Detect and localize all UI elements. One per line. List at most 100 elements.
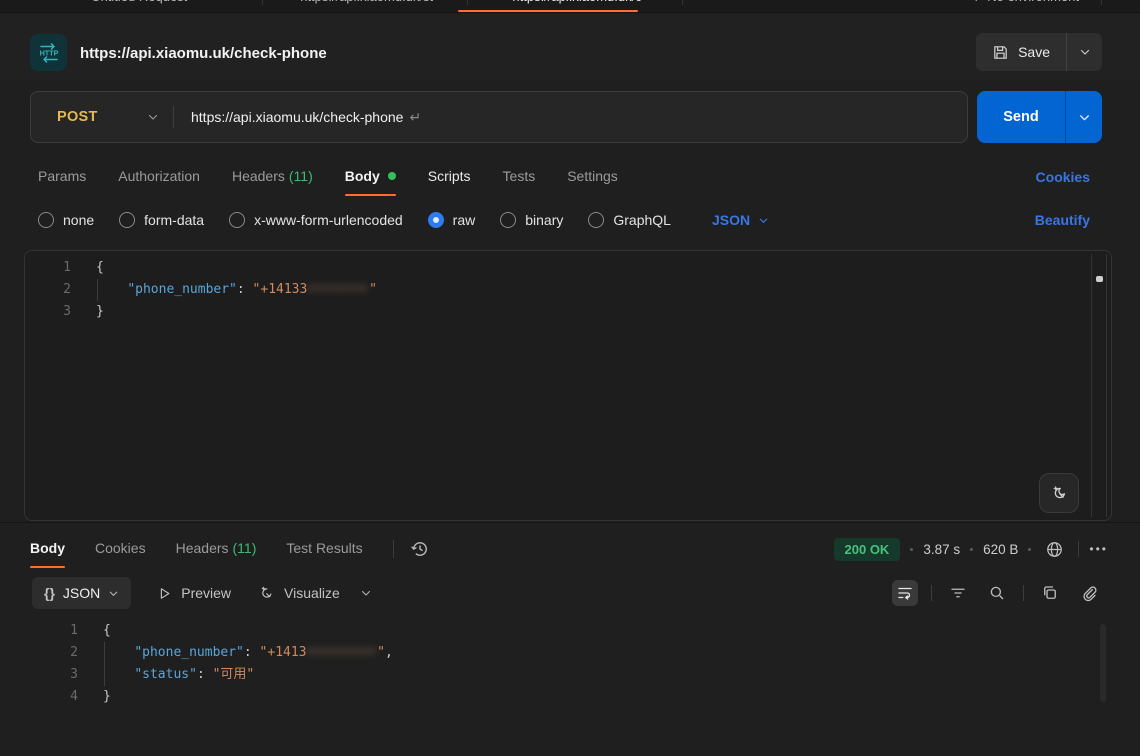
- code-line: 3 "status": "可用": [24, 664, 1116, 686]
- response-format-label: JSON: [63, 585, 100, 601]
- separator-dot: [970, 548, 973, 551]
- tab-authorization[interactable]: Authorization: [118, 168, 200, 186]
- response-tab-body[interactable]: Body: [30, 540, 65, 558]
- token-str: ": [369, 282, 377, 297]
- tab-settings[interactable]: Settings: [567, 168, 618, 186]
- response-tab-cookies[interactable]: Cookies: [95, 540, 146, 558]
- radio-icon: [119, 212, 135, 228]
- json-braces-icon: {}: [44, 585, 55, 601]
- body-mode-label: none: [63, 212, 94, 228]
- radio-icon: [500, 212, 516, 228]
- wrap-text-icon[interactable]: [892, 580, 918, 606]
- body-mode-form-data[interactable]: form-data: [119, 212, 204, 228]
- more-options-icon[interactable]: •••: [1089, 542, 1108, 556]
- token-punct: }: [96, 304, 104, 319]
- method-label: POST: [57, 109, 98, 125]
- indent-guide: [104, 664, 105, 686]
- code-content: }: [103, 686, 111, 708]
- token-str: "+1413: [260, 645, 307, 660]
- response-tab-headers-label: Headers: [176, 540, 229, 556]
- tab-params[interactable]: Params: [38, 168, 86, 186]
- visualize-button[interactable]: Visualize: [257, 584, 340, 602]
- token-key: "phone_number": [127, 282, 237, 297]
- request-body-editor[interactable]: 1{2 "phone_number": "+14133•••••••"3}: [24, 250, 1112, 521]
- cookies-link[interactable]: Cookies: [1036, 169, 1090, 185]
- response-tab-test-results[interactable]: Test Results: [286, 540, 362, 558]
- response-time: 3.87 s: [923, 542, 960, 557]
- radio-selected-icon: [428, 212, 444, 228]
- tab-scripts[interactable]: Scripts: [428, 168, 471, 186]
- response-scrollbar-thumb[interactable]: [1100, 624, 1106, 702]
- code-line: 2 "phone_number": "+1413••••••••",: [24, 642, 1116, 664]
- url-input[interactable]: https://api.xiaomu.uk/check-phone↵: [191, 109, 421, 126]
- radio-icon: [38, 212, 54, 228]
- new-tab-button[interactable]: +: [691, 0, 717, 5]
- save-button[interactable]: Save: [976, 33, 1066, 71]
- editor-scrollbar-thumb[interactable]: [1096, 276, 1103, 282]
- tab-body[interactable]: Body: [345, 168, 396, 186]
- token-punct: :: [237, 282, 253, 297]
- send-button[interactable]: Send: [977, 91, 1065, 143]
- body-mode-urlencoded[interactable]: x-www-form-urlencoded: [229, 212, 403, 228]
- response-tab-headers[interactable]: Headers(11): [176, 540, 257, 558]
- response-tab-body-label: Body: [30, 540, 65, 556]
- request-tab-2[interactable]: GET https://api.xiaomu.uk/st: [271, 0, 459, 4]
- body-mode-none[interactable]: none: [38, 212, 94, 228]
- tab-tests[interactable]: Tests: [503, 168, 536, 186]
- response-meta: 200 OK 3.87 s 620 B •••: [834, 536, 1108, 563]
- code-content: "phone_number": "+14133•••••••": [96, 279, 377, 301]
- visualize-sparkle-icon: [257, 584, 275, 602]
- send-options-button[interactable]: [1065, 91, 1102, 143]
- line-number: 2: [25, 279, 71, 301]
- token-key: "phone_number": [134, 645, 244, 660]
- environment-label: No environment: [987, 0, 1079, 4]
- environment-selector[interactable]: No environment: [965, 0, 1079, 4]
- copy-icon[interactable]: [1037, 580, 1063, 606]
- editor-scrollbar[interactable]: [1091, 254, 1107, 517]
- body-mode-graphql[interactable]: GraphQL: [588, 212, 671, 228]
- code-content: "phone_number": "+1413••••••••",: [103, 642, 393, 664]
- token-ws: [96, 282, 127, 297]
- token-str: ": [377, 645, 385, 660]
- response-divider: [0, 522, 1140, 523]
- response-body-viewer[interactable]: 1{2 "phone_number": "+1413••••••••",3 "s…: [24, 618, 1116, 756]
- request-tab-active[interactable]: POST https://api.xiaomu.uk/c: [476, 0, 674, 4]
- body-mode-label: binary: [525, 212, 563, 228]
- beautify-link[interactable]: Beautify: [1035, 212, 1090, 228]
- chevron-down-icon: [147, 111, 159, 123]
- search-icon[interactable]: [984, 580, 1010, 606]
- token-punct: {: [103, 623, 111, 638]
- token-punct: ,: [385, 645, 393, 660]
- divider: [931, 585, 932, 601]
- token-ws: [103, 645, 134, 660]
- token-str: "+14133: [253, 282, 308, 297]
- request-title: https://api.xiaomu.uk/check-phone: [80, 45, 327, 62]
- postbot-ai-button[interactable]: [1039, 473, 1079, 513]
- response-toolbar: {} JSON Preview Visualize: [0, 576, 1140, 610]
- history-icon[interactable]: [410, 539, 430, 559]
- save-label: Save: [1018, 44, 1050, 60]
- chevron-down-icon[interactable]: [360, 587, 372, 599]
- request-tab-untitled[interactable]: GET Untitled Request: [62, 0, 254, 4]
- code-content: {: [103, 620, 111, 642]
- tab-headers[interactable]: Headers(11): [232, 168, 313, 186]
- save-options-button[interactable]: [1066, 33, 1102, 71]
- method-select[interactable]: POST: [31, 109, 173, 125]
- globe-icon[interactable]: [1041, 536, 1068, 563]
- tab-active-underline: [345, 194, 396, 196]
- response-format-select[interactable]: {} JSON: [32, 577, 131, 609]
- raw-language-select[interactable]: JSON: [712, 212, 769, 228]
- link-icon[interactable]: [1076, 580, 1102, 606]
- preview-button[interactable]: Preview: [157, 585, 231, 601]
- body-mode-raw[interactable]: raw: [428, 212, 476, 228]
- filter-icon[interactable]: [945, 580, 971, 606]
- redacted-value: ••••••••: [307, 645, 378, 660]
- indent-guide: [104, 642, 105, 664]
- search-icon: [965, 0, 979, 3]
- response-size: 620 B: [983, 542, 1018, 557]
- body-mode-label: GraphQL: [613, 212, 671, 228]
- line-number: 3: [24, 664, 78, 686]
- body-mode-binary[interactable]: binary: [500, 212, 563, 228]
- redacted-value: •••••••: [307, 282, 369, 297]
- tab-label: https://api.xiaomu.uk/c: [512, 0, 641, 4]
